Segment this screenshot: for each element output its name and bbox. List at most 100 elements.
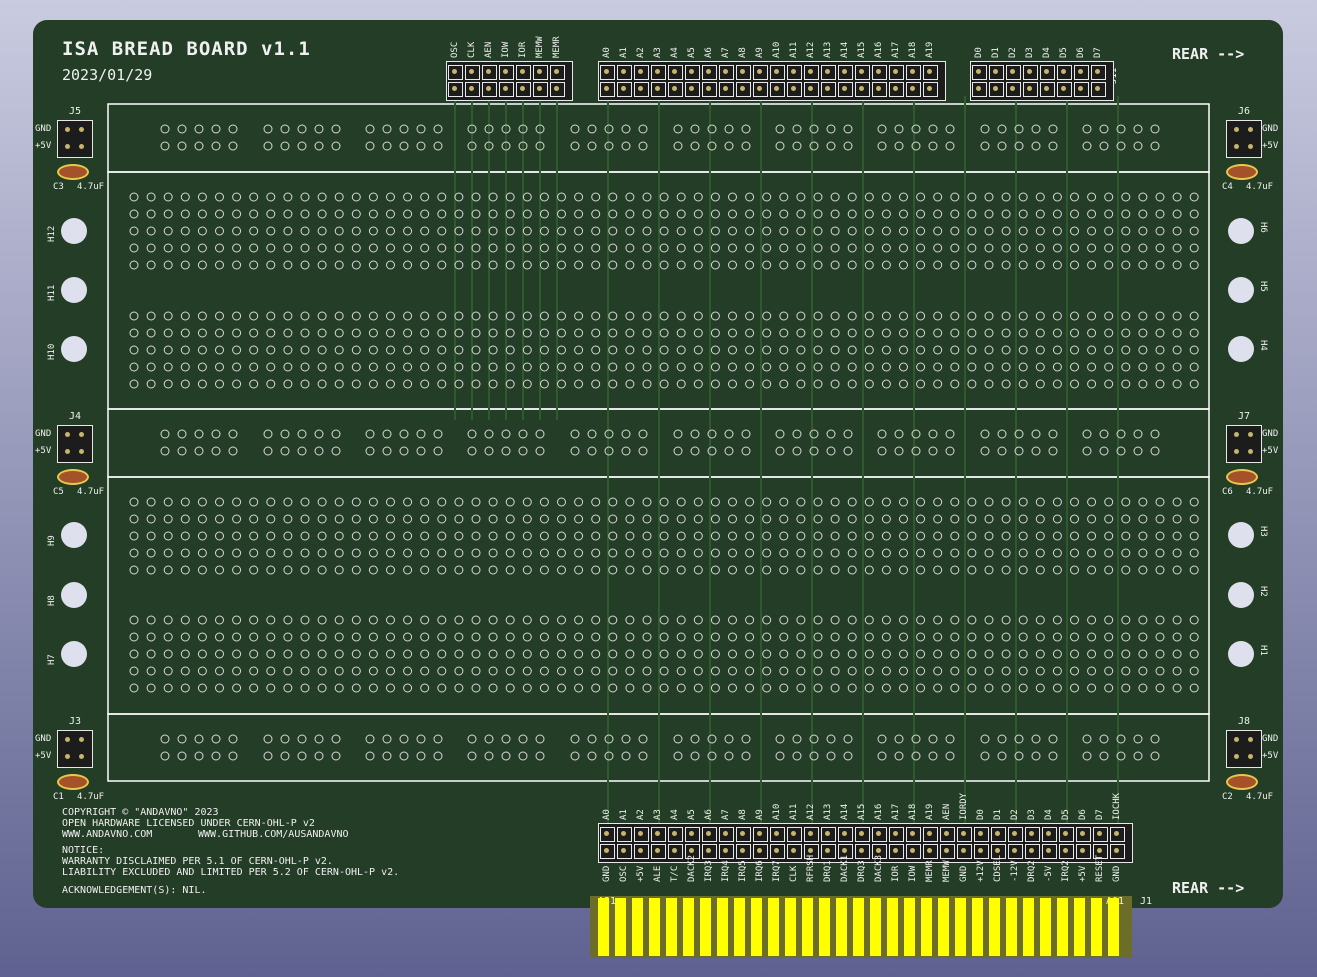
j10-header-pad	[719, 65, 734, 80]
strip-hole	[300, 615, 310, 625]
strip-hole	[488, 226, 498, 236]
strip-hole	[1035, 497, 1045, 507]
j9-header-pad	[1008, 827, 1023, 842]
rail-hole	[587, 751, 597, 761]
strip-hole	[317, 666, 327, 676]
j9-header-pad	[1042, 844, 1057, 859]
strip-hole	[899, 531, 908, 541]
rail-hole	[382, 751, 392, 761]
gold-finger	[700, 898, 711, 956]
j10-header-pad	[770, 65, 785, 80]
strip-hole	[403, 548, 413, 558]
strip-hole	[1172, 531, 1182, 541]
strip-hole	[197, 683, 207, 693]
j10-label: A16	[874, 41, 884, 58]
strip-hole	[1087, 192, 1097, 202]
j9-bottom-label: GND	[959, 865, 969, 882]
strip-hole	[403, 192, 413, 202]
strip-hole	[283, 548, 293, 558]
strip-hole	[1189, 514, 1199, 524]
j10-header-pad	[753, 65, 768, 80]
rail-hole	[484, 429, 494, 439]
j9-bottom-label: DACK3	[874, 854, 884, 882]
j9-bottom-label: ALE	[653, 865, 663, 882]
rail-hole	[484, 734, 494, 744]
rail-hole	[741, 734, 751, 744]
strip-hole	[693, 666, 703, 676]
strip-hole	[899, 666, 908, 676]
rail-hole	[177, 446, 187, 456]
strip-hole	[1070, 379, 1079, 389]
strip-hole	[1172, 226, 1182, 236]
strip-hole	[1189, 226, 1199, 236]
rail-hole	[280, 446, 290, 456]
strip-hole	[180, 328, 190, 338]
j9-top-label: A13	[823, 803, 833, 820]
license-line: OPEN HARDWARE LICENSED UNDER CERN-OHL-P …	[62, 818, 315, 829]
strip-hole	[471, 683, 481, 693]
strip-hole	[557, 514, 566, 524]
strip-hole	[881, 531, 891, 541]
strip-hole	[163, 345, 173, 355]
strip-hole	[1121, 632, 1131, 642]
strip-hole	[1155, 497, 1165, 507]
strip-hole	[334, 615, 344, 625]
strip-hole	[710, 328, 720, 338]
strip-hole	[1035, 379, 1045, 389]
j9-header-pad	[1076, 827, 1091, 842]
strip-hole	[1070, 497, 1079, 507]
strip-hole	[1138, 328, 1148, 338]
strip-hole	[420, 565, 430, 575]
strip-hole	[728, 683, 737, 693]
strip-hole	[437, 243, 447, 253]
strip-hole	[180, 666, 190, 676]
strip-hole	[1052, 632, 1062, 642]
rail-hole	[280, 429, 290, 439]
strip-hole	[1070, 514, 1079, 524]
strip-hole	[984, 209, 994, 219]
strip-hole	[1070, 260, 1079, 270]
strip-hole	[693, 632, 703, 642]
j9-top-label: D5	[1061, 809, 1071, 820]
strip-hole	[574, 514, 584, 524]
strip-hole	[1087, 209, 1097, 219]
strip-hole	[266, 226, 276, 236]
power-pin	[79, 127, 84, 132]
strip-hole	[574, 311, 584, 321]
strip-hole	[591, 497, 601, 507]
j9-header-pad	[1059, 827, 1074, 842]
rail-hole	[792, 446, 802, 456]
rail-hole	[228, 734, 238, 744]
j10-header-pad	[753, 82, 768, 97]
strip-hole	[129, 260, 139, 270]
strip-hole	[146, 497, 156, 507]
strip-hole	[163, 666, 173, 676]
strip-hole	[933, 260, 943, 270]
strip-hole	[283, 209, 293, 219]
strip-hole	[386, 209, 395, 219]
rail-hole	[741, 124, 751, 134]
strip-hole	[1138, 615, 1148, 625]
strip-hole	[676, 666, 686, 676]
strip-hole	[1104, 345, 1114, 355]
strip-hole	[796, 531, 806, 541]
strip-hole	[984, 362, 994, 372]
j12-header-pad	[516, 82, 531, 97]
rail-hole	[621, 734, 631, 744]
j11-header-pad	[989, 82, 1004, 97]
strip-hole	[745, 311, 755, 321]
power-pin	[65, 432, 70, 437]
strip-hole	[745, 260, 755, 270]
strip-hole	[266, 615, 276, 625]
strip-hole	[950, 615, 960, 625]
strip-hole	[967, 362, 977, 372]
gold-finger	[955, 898, 966, 956]
strip-hole	[1070, 345, 1079, 355]
strip-hole	[266, 514, 276, 524]
strip-hole	[420, 192, 430, 202]
strip-hole	[984, 649, 994, 659]
strip-hole	[659, 514, 669, 524]
strip-hole	[522, 192, 532, 202]
strip-hole	[642, 260, 652, 270]
j10-label: A2	[636, 47, 646, 58]
